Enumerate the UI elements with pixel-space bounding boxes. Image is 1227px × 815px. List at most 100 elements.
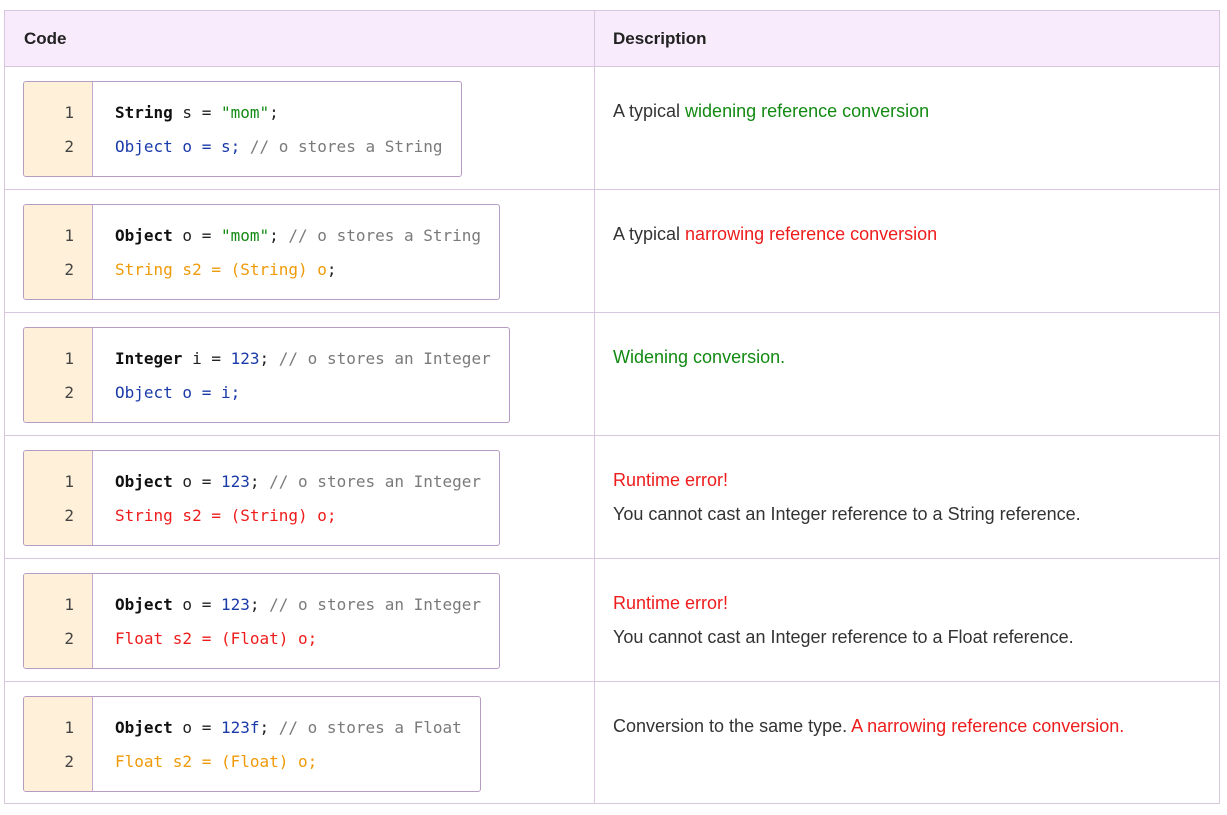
code-line: Object o = i;: [115, 376, 491, 410]
code-token: ;: [249, 595, 270, 614]
code-cell: 1 2 Integer i = 123; // o stores an Intege…: [4, 312, 595, 436]
table-body: 1 2 String s = "mom"; Object o = s; // o st…: [4, 66, 1220, 804]
code-token: o =: [172, 472, 221, 491]
line-number: 1: [64, 472, 74, 491]
code-line: Float s2 = (Float) o;: [115, 622, 481, 656]
description-line: Runtime error!: [613, 463, 1209, 497]
description-text: Conversion to the same type.: [613, 716, 852, 736]
code-token: Float s2 = (Float) o;: [115, 752, 318, 771]
code-token: // o stores a String: [249, 137, 443, 156]
table-row: 1 2 Object o = 123f; // o stores a Float Fl…: [4, 681, 1220, 804]
code-token: // o stores a Float: [278, 718, 462, 737]
table-header: Code Description: [4, 10, 1220, 67]
table-row: 1 2 Integer i = 123; // o stores an Intege…: [4, 312, 1220, 436]
line-number-gutter: 12: [24, 328, 93, 422]
conversion-table: Code Description 1 2 String s = "mom"; Obje…: [4, 10, 1220, 804]
code-cell: 1 2 Object o = "mom"; // o stores a String…: [4, 189, 595, 313]
description-column-header: Description: [594, 10, 1220, 67]
line-number: 1: [64, 718, 74, 737]
line-number: 2: [64, 137, 74, 156]
code-token: o =: [172, 595, 221, 614]
code-token: o =: [172, 718, 221, 737]
code-line: Object o = 123; // o stores an Integer: [115, 588, 481, 622]
description-text: narrowing reference conversion: [685, 224, 938, 244]
code-source: Object o = 123; // o stores an Integer St…: [93, 451, 499, 545]
description-text: A typical: [613, 101, 686, 121]
description-line: A typical narrowing reference conversion: [613, 217, 1209, 251]
code-block: 1 2 Object o = 123f; // o stores a Float Fl…: [23, 696, 481, 792]
line-number-gutter: 12: [24, 451, 93, 545]
code-block: 1 2 Integer i = 123; // o stores an Intege…: [23, 327, 510, 423]
code-token: Object o = i;: [115, 383, 241, 402]
line-number: 2: [64, 260, 74, 279]
description-text: Widening conversion.: [613, 347, 786, 367]
description-cell: Runtime error! You cannot cast an Integer…: [594, 558, 1220, 682]
line-number-gutter: 12: [24, 574, 93, 668]
code-token: // o stores an Integer: [269, 472, 482, 491]
code-token: String: [115, 103, 173, 122]
description-text: A typical: [613, 224, 686, 244]
code-line: String s2 = (String) o;: [115, 499, 481, 533]
line-number: 2: [64, 629, 74, 648]
description-cell: Widening conversion.: [594, 312, 1220, 436]
description-line: A typical widening reference conversion: [613, 94, 1209, 128]
code-token: Object: [115, 595, 173, 614]
code-token: ;: [269, 226, 289, 245]
code-token: Float s2 = (Float) o;: [115, 629, 318, 648]
code-source: Object o = "mom"; // o stores a String St…: [93, 205, 499, 299]
header-row: Code Description: [4, 10, 1220, 67]
line-number-gutter: 12: [24, 697, 93, 791]
code-token: // o stores a String: [288, 226, 482, 245]
description-text: You cannot cast an Integer reference to …: [613, 627, 1074, 647]
code-line: Object o = "mom"; // o stores a String: [115, 219, 481, 253]
code-token: ;: [326, 260, 337, 279]
code-token: String s2 = (String) o;: [115, 506, 337, 525]
code-token: s =: [172, 103, 221, 122]
code-token: 123: [220, 595, 250, 614]
code-block: 1 2 Object o = "mom"; // o stores a String…: [23, 204, 501, 300]
line-number: 2: [64, 506, 74, 525]
line-number: 2: [64, 383, 74, 402]
code-token: i =: [182, 349, 231, 368]
code-token: String s2 = (String) o: [115, 260, 327, 279]
code-source: Object o = 123; // o stores an Integer Fl…: [93, 574, 499, 668]
line-number-gutter: 12: [24, 205, 93, 299]
table-row: 1 2 String s = "mom"; Object o = s; // o st…: [4, 66, 1220, 190]
table-row: 1 2 Object o = 123; // o stores an Integer…: [4, 558, 1220, 682]
code-token: 123: [220, 472, 250, 491]
description-text: You cannot cast an Integer reference to …: [613, 504, 1081, 524]
table-row: 1 2 Object o = 123; // o stores an Integer…: [4, 435, 1220, 559]
code-cell: 1 2 Object o = 123; // o stores an Integer…: [4, 435, 595, 559]
code-token: 123f: [220, 718, 260, 737]
table-row: 1 2 Object o = "mom"; // o stores a String…: [4, 189, 1220, 313]
description-cell: Conversion to the same type. A narrowing…: [594, 681, 1220, 804]
description-line: Runtime error!: [613, 586, 1209, 620]
code-token: Object: [115, 718, 173, 737]
code-line: Object o = 123f; // o stores a Float: [115, 711, 462, 745]
code-block: 1 2 Object o = 123; // o stores an Integer…: [23, 573, 501, 669]
code-token: Object o = s;: [115, 137, 250, 156]
code-token: ;: [269, 103, 279, 122]
code-token: Object: [115, 472, 173, 491]
code-token: // o stores an Integer: [278, 349, 491, 368]
code-source: Integer i = 123; // o stores an Integer O…: [93, 328, 509, 422]
code-block: 1 2 Object o = 123; // o stores an Integer…: [23, 450, 501, 546]
line-number: 2: [64, 752, 74, 771]
code-line: String s = "mom";: [115, 96, 443, 130]
description-text: widening reference conversion: [685, 101, 930, 121]
description-cell: Runtime error! You cannot cast an Integer…: [594, 435, 1220, 559]
code-line: Object o = 123; // o stores an Integer: [115, 465, 481, 499]
code-cell: 1 2 Object o = 123; // o stores an Integer…: [4, 558, 595, 682]
description-cell: A typical widening reference conversion: [594, 66, 1220, 190]
code-token: "mom": [220, 226, 270, 245]
code-token: 123: [230, 349, 260, 368]
line-number: 1: [64, 349, 74, 368]
description-line: Conversion to the same type. A narrowing…: [613, 709, 1209, 743]
code-token: Integer: [115, 349, 183, 368]
description-text: Runtime error!: [613, 593, 729, 613]
code-line: Integer i = 123; // o stores an Integer: [115, 342, 491, 376]
code-line: Object o = s; // o stores a String: [115, 130, 443, 164]
description-cell: A typical narrowing reference conversion: [594, 189, 1220, 313]
code-source: String s = "mom"; Object o = s; // o stor…: [93, 82, 461, 176]
line-number-gutter: 12: [24, 82, 93, 176]
